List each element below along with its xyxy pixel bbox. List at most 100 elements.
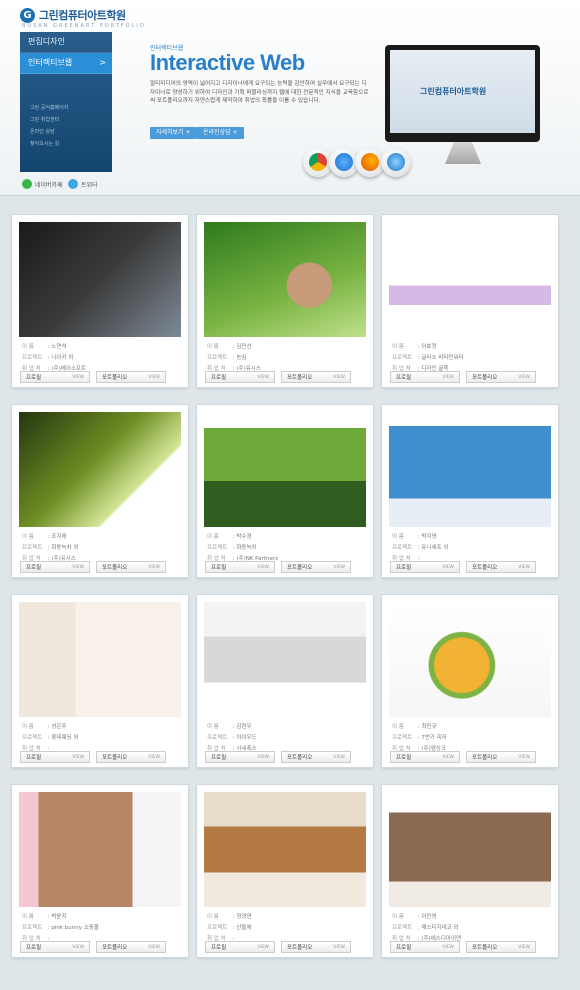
- portfolio-button[interactable]: 포트폴리오 VIEW: [96, 371, 166, 383]
- info-label: 프로젝트: [392, 545, 413, 551]
- view-label: VIEW: [518, 565, 530, 570]
- sidebar-sub-links: 그린 공식홈페이지 그린 취업센터 온라인 상담 찾아오시는 길: [20, 102, 112, 150]
- portfolio-thumbnail[interactable]: [204, 222, 366, 337]
- link-directions[interactable]: 찾아오시는 길: [30, 138, 112, 150]
- portfolio-button[interactable]: 포트폴리오 VIEW: [96, 751, 166, 763]
- profile-button[interactable]: 프로필 VIEW: [390, 561, 460, 573]
- button-label: 프로필: [26, 375, 42, 381]
- portfolio-card: 이 름 : 노연석 프로젝트 : 나이키 외취 업 처 : (주)에이소프트 프로필…: [12, 215, 188, 387]
- profile-button[interactable]: 프로필 VIEW: [205, 371, 275, 383]
- info-project: 프로젝트 : pink bunny 쇼핑몰: [22, 923, 99, 934]
- info-value: 성은주: [51, 724, 67, 730]
- link-job-center[interactable]: 그린 취업센터: [30, 114, 112, 126]
- monitor-image: 그린컴퓨터아트학원: [385, 45, 540, 142]
- portfolio-thumbnail[interactable]: [389, 602, 551, 717]
- sidebar-item-editorial[interactable]: 편집디자인: [20, 32, 112, 53]
- academy-logo[interactable]: G 그린컴퓨터아트학원: [20, 7, 126, 23]
- info-value: 조지애: [51, 534, 67, 540]
- profile-button[interactable]: 프로필 VIEW: [390, 371, 460, 383]
- info-project: 프로젝트 : 화동녹차: [207, 543, 278, 554]
- info-value: 매스티지데코 외: [421, 925, 459, 931]
- portfolio-thumbnail[interactable]: [389, 792, 551, 907]
- info-value: 박지영: [421, 534, 437, 540]
- view-label: VIEW: [333, 375, 345, 380]
- info-name: 이 름 : 이효정: [392, 342, 464, 353]
- info-project: 프로젝트 : 농심: [207, 353, 261, 364]
- button-label: 프로필: [396, 755, 412, 761]
- portfolio-button[interactable]: 포트폴리오 VIEW: [466, 941, 536, 953]
- portfolio-button[interactable]: 포트폴리오 VIEW: [281, 561, 351, 573]
- view-label: VIEW: [518, 375, 530, 380]
- info-label: 프로젝트: [207, 355, 228, 361]
- twitter-link[interactable]: 트위터: [68, 179, 98, 189]
- portfolio-thumbnail[interactable]: [19, 222, 181, 337]
- profile-button[interactable]: 프로필 VIEW: [20, 751, 90, 763]
- portfolio-button[interactable]: 포트폴리오 VIEW: [96, 561, 166, 573]
- button-label: 프로필: [396, 945, 412, 951]
- portfolio-thumbnail[interactable]: [19, 792, 181, 907]
- portfolio-button[interactable]: 포트폴리오 VIEW: [281, 751, 351, 763]
- profile-button[interactable]: 프로필 VIEW: [20, 561, 90, 573]
- portfolio-thumbnail[interactable]: [389, 412, 551, 527]
- naver-cafe-icon: [22, 179, 32, 189]
- info-label: 프로젝트: [207, 545, 228, 551]
- info-value: 이효정: [421, 344, 437, 350]
- info-project: 프로젝트 : 7번가 피자: [392, 733, 447, 744]
- portfolio-thumbnail[interactable]: [389, 222, 551, 337]
- button-label: 포트폴리오: [287, 945, 313, 951]
- sidebar-item-interactive-web[interactable]: 인터렉티브웹 >: [20, 53, 112, 74]
- view-label: VIEW: [72, 565, 84, 570]
- portfolio-button[interactable]: 포트폴리오 VIEW: [281, 941, 351, 953]
- info-value: pink bunny 쇼핑몰: [51, 925, 99, 931]
- logo-subtitle: BUSAN GREENART PORTFOLIO: [22, 23, 146, 29]
- portfolio-button[interactable]: 포트폴리오 VIEW: [466, 371, 536, 383]
- chevron-right-icon: >: [99, 58, 106, 67]
- sns-label: 네이버카페: [35, 181, 63, 189]
- header-banner: G 그린컴퓨터아트학원 BUSAN GREENART PORTFOLIO 편집디…: [0, 0, 580, 196]
- portfolio-thumbnail[interactable]: [204, 412, 366, 527]
- portfolio-thumbnail[interactable]: [204, 792, 366, 907]
- naver-cafe-link[interactable]: 네이버카페: [22, 179, 63, 189]
- view-label: VIEW: [148, 565, 160, 570]
- link-official-site[interactable]: 그린 공식홈페이지: [30, 102, 112, 114]
- info-label: 프로젝트: [22, 925, 43, 931]
- profile-button[interactable]: 프로필 VIEW: [205, 941, 275, 953]
- button-label: 포트폴리오: [287, 565, 313, 571]
- profile-button[interactable]: 프로필 VIEW: [20, 941, 90, 953]
- info-label: 프로젝트: [22, 355, 43, 361]
- portfolio-thumbnail[interactable]: [19, 602, 181, 717]
- portfolio-thumbnail[interactable]: [19, 412, 181, 527]
- portfolio-button[interactable]: 포트폴리오 VIEW: [466, 561, 536, 573]
- monitor-logo: 그린컴퓨터아트학원: [420, 87, 487, 96]
- portfolio-button[interactable]: 포트폴리오 VIEW: [96, 941, 166, 953]
- portfolio-thumbnail[interactable]: [204, 602, 366, 717]
- category-sidebar: 편집디자인 인터렉티브웹 > 그린 공식홈페이지 그린 취업센터 온라인 상담 찾…: [20, 32, 112, 172]
- info-project: 프로젝트 : 매스티지데코 외: [392, 923, 461, 934]
- profile-button[interactable]: 프로필 VIEW: [20, 371, 90, 383]
- button-label: 포트폴리오: [472, 945, 498, 951]
- portfolio-button[interactable]: 포트폴리오 VIEW: [466, 751, 536, 763]
- info-label: 이 름: [22, 344, 34, 350]
- ie-icon: [381, 147, 411, 177]
- info-label: 이 름: [22, 724, 34, 730]
- logo-text: 그린컴퓨터아트학원: [39, 9, 126, 22]
- info-value: 롯데웨딩 외: [51, 735, 79, 741]
- info-value: 화동녹차 외: [51, 545, 79, 551]
- twitter-icon: [68, 179, 78, 189]
- profile-button[interactable]: 프로필 VIEW: [205, 751, 275, 763]
- portfolio-button[interactable]: 포트폴리오 VIEW: [281, 371, 351, 383]
- online-consult-button[interactable]: 온라인상담 +: [197, 127, 244, 139]
- profile-button[interactable]: 프로필 VIEW: [205, 561, 275, 573]
- info-label: 이 름: [207, 914, 219, 920]
- hero-description: 멀티미디어의 영역이 넓어지고 디자이너에게 요구되는 능력을 감안하여 실무에…: [150, 81, 369, 105]
- info-value: 정경연: [236, 914, 252, 920]
- info-value: 농심: [236, 355, 247, 361]
- info-name: 이 름 : 이민영: [392, 912, 461, 923]
- portfolio-card: 이 름 : 조지애 프로젝트 : 화동녹차 외취 업 처 : (주)유시스 프로필 V…: [12, 405, 188, 577]
- link-online-consult[interactable]: 온라인 상담: [30, 126, 112, 138]
- view-label: VIEW: [333, 755, 345, 760]
- info-label: 프로젝트: [392, 925, 413, 931]
- profile-button[interactable]: 프로필 VIEW: [390, 941, 460, 953]
- profile-button[interactable]: 프로필 VIEW: [390, 751, 460, 763]
- more-info-button[interactable]: 자세히보기 +: [150, 127, 197, 139]
